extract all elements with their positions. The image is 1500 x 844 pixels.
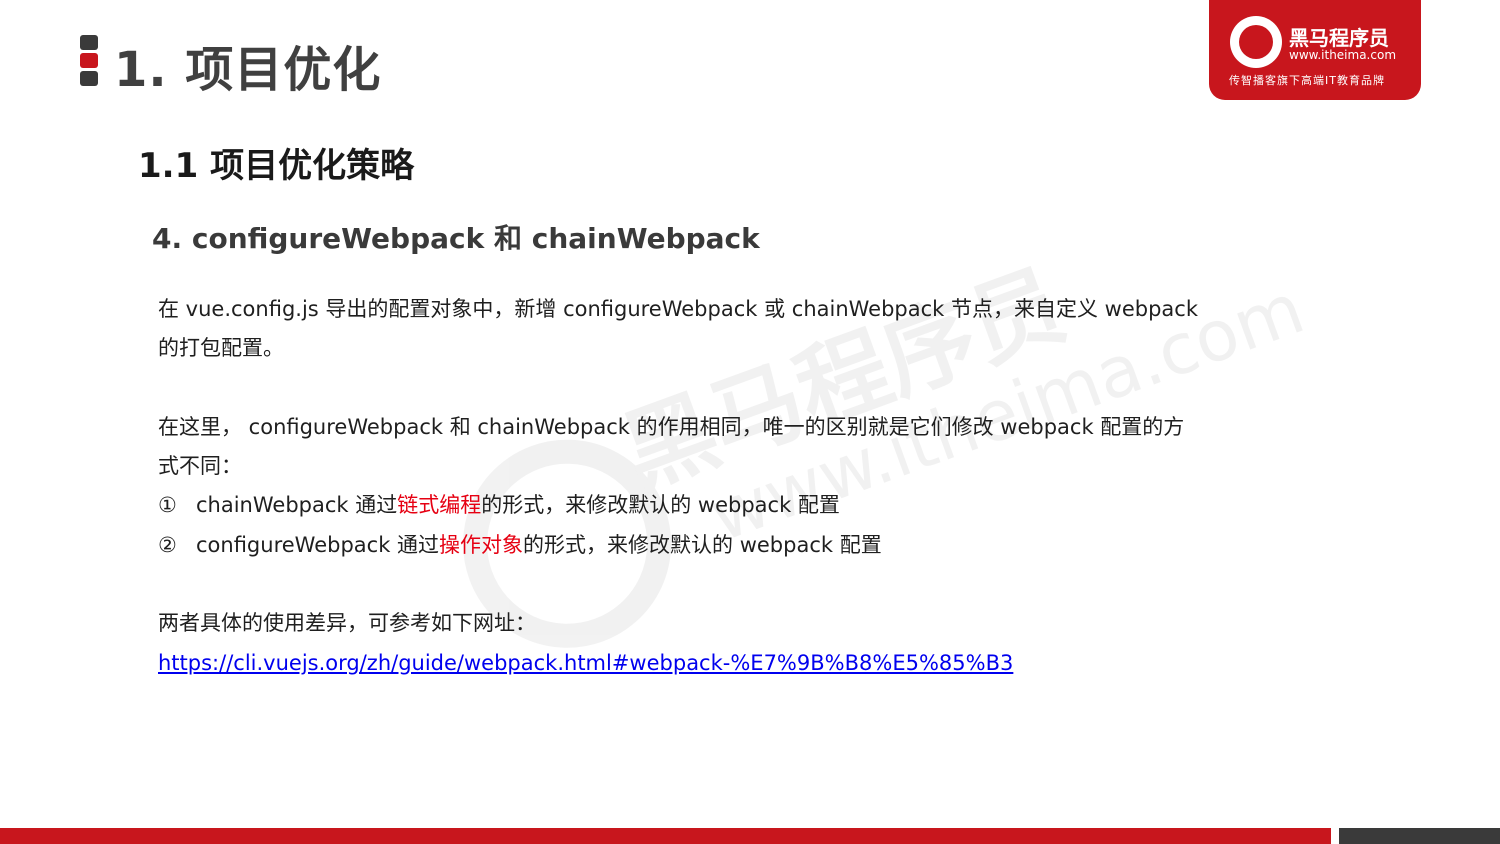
highlight-text: 链式编程 — [397, 493, 482, 518]
logo-name: 黑马程序员 — [1289, 26, 1389, 50]
list-text: chainWebpack 通过 — [196, 493, 398, 518]
section-title: 1.1 项目优化策略 — [138, 146, 415, 186]
paragraph-line: 在这里， configureWebpack 和 chainWebpack 的作用… — [158, 414, 1185, 439]
logo-slogan: 传智播客旗下高端IT教育品牌 — [1229, 74, 1385, 87]
footer-bar-accent — [1339, 828, 1500, 844]
brand-logo: 黑马程序员 www.itheima.com 传智播客旗下高端IT教育品牌 — [1209, 0, 1421, 100]
page-title: 1. 项目优化 — [114, 42, 382, 98]
title-marker-block — [80, 35, 98, 50]
sub-title: 4. configureWebpack 和 chainWebpack — [152, 222, 760, 255]
paragraph-line: 的打包配置。 — [158, 336, 284, 361]
list-marker: ② — [158, 532, 177, 557]
slide-body: 在 vue.config.js 导出的配置对象中，新增 configureWeb… — [158, 290, 1228, 683]
list-item: ① chainWebpack 通过链式编程的形式，来修改默认的 webpack 配… — [158, 486, 1228, 525]
list-text: configureWebpack 通过 — [196, 532, 440, 557]
logo-url: www.itheima.com — [1289, 48, 1397, 62]
title-marker — [80, 35, 98, 89]
list-text: 的形式，来修改默认的 webpack 配置 — [481, 493, 840, 518]
title-marker-block — [80, 71, 98, 86]
footer-bar — [0, 828, 1331, 844]
list-text: 的形式，来修改默认的 webpack 配置 — [523, 532, 882, 557]
reference-link[interactable]: https://cli.vuejs.org/zh/guide/webpack.h… — [158, 651, 1013, 675]
list-item: ② configureWebpack 通过操作对象的形式，来修改默认的 webpa… — [158, 526, 1228, 565]
paragraph-line: 式不同： — [158, 454, 242, 479]
list-marker: ① — [158, 493, 177, 518]
title-marker-block-accent — [80, 53, 98, 68]
paragraph-line: 在 vue.config.js 导出的配置对象中，新增 configureWeb… — [158, 297, 1199, 321]
reference-intro: 两者具体的使用差异，可参考如下网址： — [158, 611, 536, 636]
highlight-text: 操作对象 — [439, 532, 524, 557]
horse-logo-icon — [1230, 16, 1282, 68]
reference-line: https://cli.vuejs.org/zh/guide/webpack.h… — [158, 644, 1228, 683]
